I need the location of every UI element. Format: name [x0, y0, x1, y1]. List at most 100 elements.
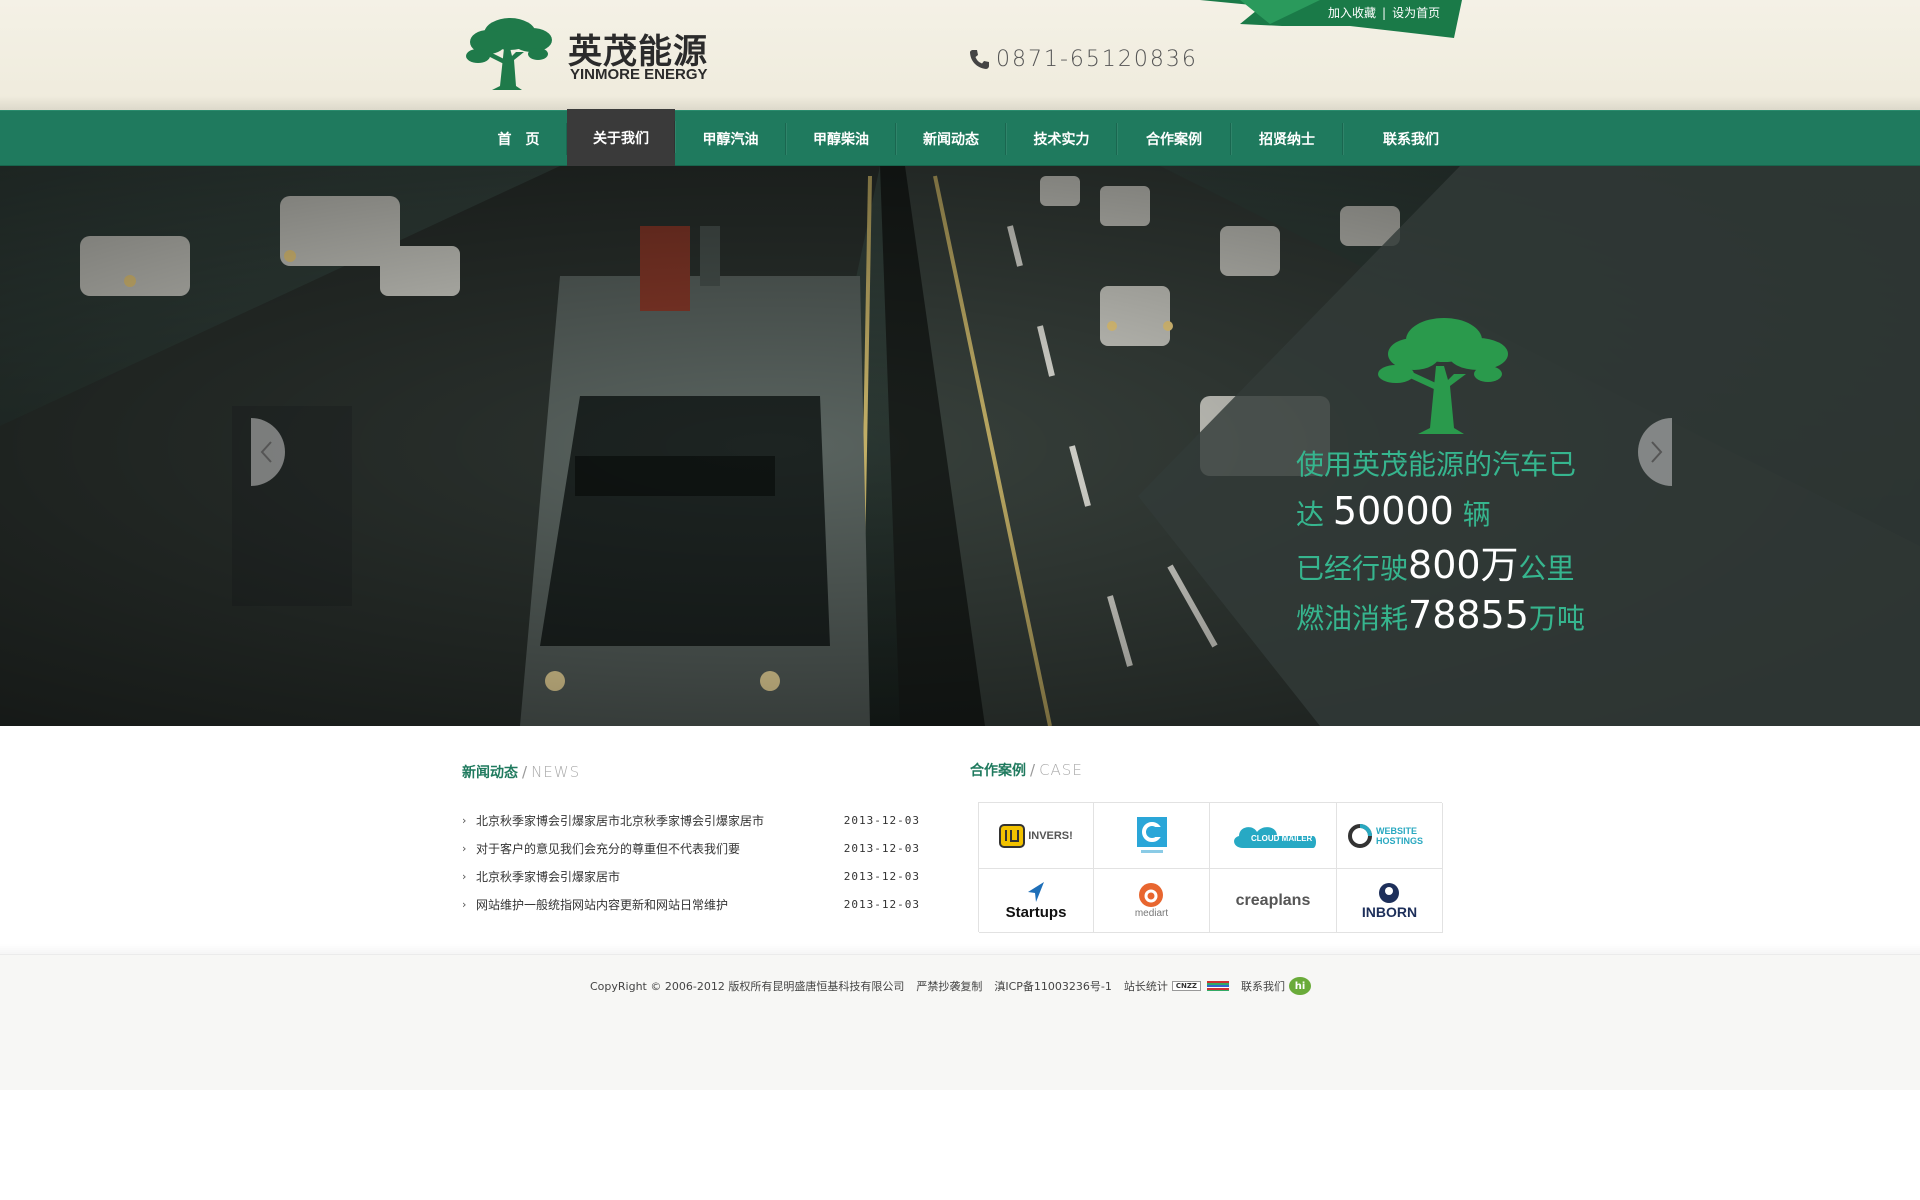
case-website-hostings[interactable]: WEBSITE HOSTINGS [1337, 803, 1443, 869]
banner-distance-unit: 公里 [1518, 552, 1575, 585]
case-logo-grid: INVERS! CLOUD MAILER WEBSITE HOSTINGS St… [978, 802, 1443, 933]
mediart-logo-icon: mediart [1135, 882, 1168, 919]
news-item-date: 2013-12-03 [843, 897, 920, 911]
slider-next-arrow-icon[interactable] [1638, 418, 1672, 486]
banner-tree-icon [1378, 318, 1508, 434]
nav-item-cases[interactable]: 合作案例 [1117, 111, 1231, 167]
startups-arrow-icon [1028, 882, 1044, 902]
banner-fuel-value: 78855 [1408, 593, 1529, 637]
inborn-logo-icon: INBORN [1362, 882, 1417, 920]
ribbon-separator: | [1382, 5, 1387, 20]
invers-logo-icon: INVERS! [999, 823, 1073, 848]
case-inborn[interactable]: INBORN [1337, 869, 1443, 933]
nav-item-technology[interactable]: 技术实力 [1006, 111, 1117, 167]
hosting-ring-icon [1348, 823, 1372, 848]
case-blue-c[interactable] [1094, 803, 1210, 869]
case-label: mediart [1134, 908, 1169, 919]
nav-item-methanol-gasoline[interactable]: 甲醇汽油 [675, 111, 786, 167]
news-section-title: 新闻动态 / NEWS [462, 762, 580, 782]
case-startups[interactable]: Startups [979, 869, 1094, 933]
banner-distance-prefix: 已经行驶 [1296, 552, 1409, 585]
case-label: WEBSITE HOSTINGS [1376, 825, 1424, 846]
nav-item-home[interactable]: 首 页 [470, 111, 567, 167]
set-homepage-link[interactable]: 设为首页 [1392, 4, 1440, 21]
nav-item-careers[interactable]: 招贤纳士 [1231, 111, 1343, 167]
case-creaplans[interactable]: creaplans [1210, 869, 1337, 933]
case-cloud-mailer[interactable]: CLOUD MAILER [1210, 803, 1337, 869]
news-item-title[interactable]: 网站维护一般统指网站内容更新和网站日常维护 [476, 896, 840, 913]
footer-stats[interactable]: 站长统计 CNZZ [1124, 978, 1229, 994]
website-hostings-logo-icon: WEBSITE HOSTINGS [1347, 823, 1432, 849]
banner-vehicles-unit: 辆 [1462, 498, 1491, 531]
footer-contact-label[interactable]: 联系我们 [1241, 978, 1285, 994]
banner-vehicles-count: 50000 [1332, 489, 1454, 533]
cases-section-title: 合作案例 / CASE [970, 760, 1083, 780]
footer-copyright: CopyRight © 2006-2012 版权所有昆明盛唐恒基科技有限公司 [590, 980, 905, 993]
footer-info: CopyRight © 2006-2012 版权所有昆明盛唐恒基科技有限公司 严… [590, 977, 1311, 995]
case-label: Startups [1005, 904, 1067, 921]
nav-item-methanol-diesel[interactable]: 甲醇柴油 [786, 111, 896, 167]
blue-c-logo-icon [1136, 816, 1167, 853]
footer-contact[interactable]: 联系我们 hi [1241, 977, 1311, 995]
banner-line-4: 燃油消耗78855万吨 [1296, 592, 1636, 642]
cases-title-en: CASE [1039, 761, 1083, 779]
news-item[interactable]: › 北京秋季家博会引爆家居市 2013-12-03 [462, 862, 920, 890]
news-title-cn[interactable]: 新闻动态 [462, 762, 518, 782]
phone-number: 0871-65120836 [996, 46, 1198, 72]
cases-title-cn[interactable]: 合作案例 [970, 760, 1026, 780]
chevron-right-icon: › [462, 897, 467, 911]
news-title-en: NEWS [531, 763, 581, 781]
ribbon-links: 加入收藏 | 设为首页 [1328, 4, 1440, 21]
banner-line-1: 使用英茂能源的汽车已 [1296, 442, 1636, 488]
cnzz-badge-icon[interactable]: CNZZ [1171, 981, 1201, 991]
cnzz-label: CNZZ [1175, 982, 1197, 990]
chevron-right-icon: › [462, 813, 467, 827]
banner-line-2: 达 50000 辆 [1296, 488, 1636, 538]
case-mediart[interactable]: mediart [1094, 869, 1210, 933]
add-favorite-link[interactable]: 加入收藏 [1328, 4, 1376, 21]
case-label: INBORN [1361, 903, 1418, 920]
hero-banner: 使用英茂能源的汽车已 达 50000 辆 已经行驶800万公里 燃油消耗7885… [0, 166, 1920, 726]
news-item-title[interactable]: 北京秋季家博会引爆家居市 [476, 868, 840, 885]
invers-mark-icon [999, 823, 1026, 848]
case-label: creaplans [1235, 891, 1311, 909]
cnzz-stripes-icon [1207, 981, 1229, 991]
footer-icp[interactable]: 滇ICP备11003236号-1 [994, 978, 1112, 994]
news-item[interactable]: › 对于客户的意见我们会充分的尊重但不代表我们要 2013-12-03 [462, 834, 920, 862]
hi-chat-icon[interactable]: hi [1289, 977, 1311, 995]
banner-stats: 使用英茂能源的汽车已 达 50000 辆 已经行驶800万公里 燃油消耗7885… [1296, 442, 1636, 642]
site-footer: CopyRight © 2006-2012 版权所有昆明盛唐恒基科技有限公司 严… [0, 954, 1920, 1090]
news-item-title[interactable]: 对于客户的意见我们会充分的尊重但不代表我们要 [476, 840, 840, 857]
main-nav: 首 页 关于我们 甲醇汽油 甲醇柴油 新闻动态 技术实力 合作案例 招贤纳士 联… [0, 109, 1920, 167]
mediart-circle-icon [1139, 883, 1164, 907]
logo-name-en: YINMORE ENERGY [570, 66, 708, 83]
footer-stats-label: 站长统计 [1123, 980, 1168, 993]
news-item[interactable]: › 网站维护一般统指网站内容更新和网站日常维护 2013-12-03 [462, 890, 920, 918]
banner-fuel-unit: 万吨 [1528, 602, 1585, 635]
nav-item-contact[interactable]: 联系我们 [1343, 111, 1479, 167]
banner-line-3: 已经行驶800万公里 [1296, 542, 1636, 592]
banner-distance-value: 800万 [1408, 543, 1519, 587]
news-item[interactable]: › 北京秋季家博会引爆家居市北京秋季家博会引爆家居市 2013-12-03 [462, 806, 920, 834]
news-item-title[interactable]: 北京秋季家博会引爆家居市北京秋季家博会引爆家居市 [476, 812, 840, 829]
nav-items: 首 页 关于我们 甲醇汽油 甲醇柴油 新闻动态 技术实力 合作案例 招贤纳士 联… [470, 109, 1479, 167]
nav-item-about[interactable]: 关于我们 [567, 109, 675, 167]
cloud-mailer-logo-icon: CLOUD MAILER [1229, 820, 1317, 852]
nav-item-news[interactable]: 新闻动态 [896, 111, 1006, 167]
footer-shadow [0, 944, 1920, 954]
tree-logo-icon [466, 18, 552, 90]
case-invers[interactable]: INVERS! [979, 803, 1094, 869]
news-item-date: 2013-12-03 [843, 813, 920, 827]
cases-title-sep: / [1030, 761, 1036, 779]
chevron-right-icon: › [462, 869, 467, 883]
news-title-sep: / [522, 763, 528, 781]
chevron-right-icon: › [462, 841, 467, 855]
header-shadow [0, 96, 1920, 110]
slider-prev-arrow-icon[interactable] [251, 418, 285, 486]
site-logo[interactable]: 英茂能源 YINMORE ENERGY [460, 8, 720, 92]
site-header: 英茂能源 YINMORE ENERGY 0871-65120836 加入收藏 |… [0, 0, 1920, 110]
news-list: › 北京秋季家博会引爆家居市北京秋季家博会引爆家居市 2013-12-03 › … [462, 806, 920, 918]
banner-fuel-prefix: 燃油消耗 [1296, 602, 1409, 635]
phone-icon [970, 50, 989, 69]
footer-no-copy: 严禁抄袭复制 [916, 980, 983, 993]
